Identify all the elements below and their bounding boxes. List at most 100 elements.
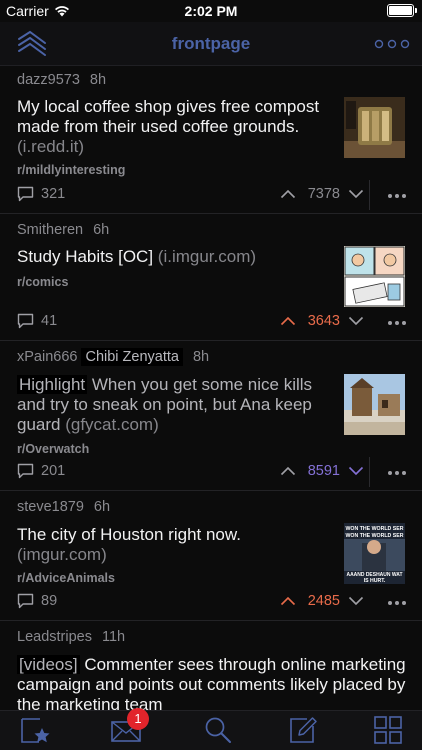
post-domain: (gfycat.com) (65, 415, 159, 434)
post-score: 7378 (307, 186, 340, 202)
upvote-icon[interactable] (280, 316, 296, 326)
status-bar: Carrier 2:02 PM (0, 0, 422, 22)
comment-icon (17, 463, 34, 479)
comment-count: 89 (41, 593, 58, 609)
post-time: 8h (89, 72, 107, 88)
post-author[interactable]: dazz9573 (17, 72, 80, 88)
inbox-badge: 1 (127, 708, 149, 730)
comment-count: 201 (41, 463, 66, 479)
nav-bar: frontpage (0, 22, 422, 66)
vote-controls: 2485 (280, 593, 364, 609)
page-title[interactable]: frontpage (0, 34, 422, 54)
post-more-icon[interactable] (386, 188, 408, 204)
post-author[interactable]: Smitheren (17, 222, 83, 238)
post-thumbnail[interactable]: WON THE WORLD SER WON THE WORLD SER AAAN… (344, 523, 405, 584)
post-actions: 321 7378 (0, 180, 422, 210)
comment-icon (17, 593, 34, 609)
post-subreddit[interactable]: r/comics (17, 275, 68, 289)
post-flair-tag: [videos] (17, 655, 80, 674)
post-time: 8h (192, 349, 210, 365)
more-options-icon[interactable] (374, 32, 410, 56)
thumbnail-image (344, 374, 405, 435)
subreddits-icon[interactable] (372, 715, 404, 745)
post-score: 2485 (307, 593, 340, 609)
downvote-icon[interactable] (348, 189, 364, 199)
post-more-icon[interactable] (386, 465, 408, 481)
downvote-icon[interactable] (348, 466, 364, 476)
post-card[interactable]: Leadstripes 11h [videos] Commenter sees t… (0, 621, 422, 710)
search-icon[interactable] (202, 715, 234, 745)
post-meta: Smitheren 6h (17, 222, 109, 238)
post-title-block[interactable]: The city of Houston right now. (imgur.co… (17, 525, 329, 565)
post-card[interactable]: dazz9573 8h My local coffee shop gives fr… (0, 66, 422, 214)
post-author[interactable]: xPain666 (17, 349, 77, 365)
thumbnail-image (344, 246, 405, 307)
post-flair-tag: Highlight (17, 375, 88, 394)
upvote-icon[interactable] (280, 466, 296, 476)
post-score: 8591 (307, 463, 340, 479)
post-thumbnail[interactable] (344, 97, 405, 158)
comment-count: 321 (41, 186, 66, 202)
starred-posts-icon[interactable] (19, 715, 51, 745)
downvote-icon[interactable] (348, 596, 364, 606)
post-title[interactable]: The city of Houston right now. (17, 525, 241, 544)
post-actions: 201 8591 (0, 457, 422, 487)
post-time: 11h (101, 629, 126, 645)
comments-button[interactable]: 89 (17, 593, 57, 609)
post-title-block[interactable]: My local coffee shop gives free compost … (17, 97, 329, 157)
post-subreddit[interactable]: r/Overwatch (17, 442, 89, 456)
user-flair: Chibi Zenyatta (81, 348, 183, 366)
battery-icon (387, 4, 417, 17)
post-title-block[interactable]: Highlight When you get some nice kills a… (17, 375, 329, 435)
vote-controls: 7378 (280, 186, 364, 202)
upvote-icon[interactable] (280, 189, 296, 199)
post-meta: xPain666 Chibi Zenyatta 8h (17, 348, 210, 366)
svg-text:WON THE WORLD SER: WON THE WORLD SER (346, 533, 404, 539)
thumbnail-image (344, 97, 405, 158)
upvote-icon[interactable] (280, 596, 296, 606)
post-feed[interactable]: dazz9573 8h My local coffee shop gives fr… (0, 66, 422, 710)
comments-button[interactable]: 41 (17, 313, 57, 329)
compose-icon[interactable] (287, 715, 319, 745)
post-actions: 89 2485 (0, 593, 422, 613)
post-actions: 41 3643 (0, 313, 422, 333)
thumbnail-image: WON THE WORLD SER WON THE WORLD SER AAAN… (344, 523, 405, 584)
actions-divider (369, 457, 370, 487)
post-thumbnail[interactable] (344, 246, 405, 307)
comment-icon (17, 186, 34, 202)
tab-bar (0, 710, 422, 750)
actions-divider (369, 180, 370, 210)
post-subreddit[interactable]: r/mildlyinteresting (17, 163, 125, 177)
post-meta: dazz9573 8h (17, 72, 106, 88)
post-card[interactable]: steve1879 6h The city of Houston right no… (0, 491, 422, 621)
post-time: 6h (93, 222, 110, 238)
comments-button[interactable]: 201 (17, 463, 65, 479)
post-subreddit[interactable]: r/AdviceAnimals (17, 571, 115, 585)
post-more-icon[interactable] (386, 315, 408, 331)
post-title-block[interactable]: Study Habits [OC] (i.imgur.com) (17, 247, 329, 267)
vote-controls: 3643 (280, 313, 364, 329)
post-meta: Leadstripes 11h (17, 629, 125, 645)
comment-count: 41 (41, 313, 58, 329)
downvote-icon[interactable] (348, 316, 364, 326)
post-thumbnail[interactable] (344, 374, 405, 435)
post-score: 3643 (307, 313, 340, 329)
comment-icon (17, 313, 34, 329)
post-card[interactable]: xPain666 Chibi Zenyatta 8h Highlight When … (0, 341, 422, 491)
clock: 2:02 PM (184, 3, 238, 19)
post-domain: (i.redd.it) (17, 137, 85, 156)
post-author[interactable]: steve1879 (17, 499, 84, 515)
post-title[interactable]: My local coffee shop gives free compost … (17, 97, 319, 136)
post-meta: steve1879 6h (17, 499, 110, 515)
post-card[interactable]: Smitheren 6h Study Habits [OC] (i.imgur.c… (0, 214, 422, 341)
svg-text:WON THE WORLD SER: WON THE WORLD SER (346, 526, 404, 532)
post-domain: (imgur.com) (17, 545, 107, 564)
post-more-icon[interactable] (386, 595, 408, 611)
post-title-block[interactable]: [videos] Commenter sees through online m… (17, 655, 407, 710)
post-time: 6h (93, 499, 111, 515)
svg-text:IS HURT.: IS HURT. (364, 578, 386, 584)
post-domain: (i.imgur.com) (157, 247, 257, 266)
post-title[interactable]: Study Habits [OC] (17, 247, 153, 266)
comments-button[interactable]: 321 (17, 186, 65, 202)
post-author[interactable]: Leadstripes (17, 629, 92, 645)
